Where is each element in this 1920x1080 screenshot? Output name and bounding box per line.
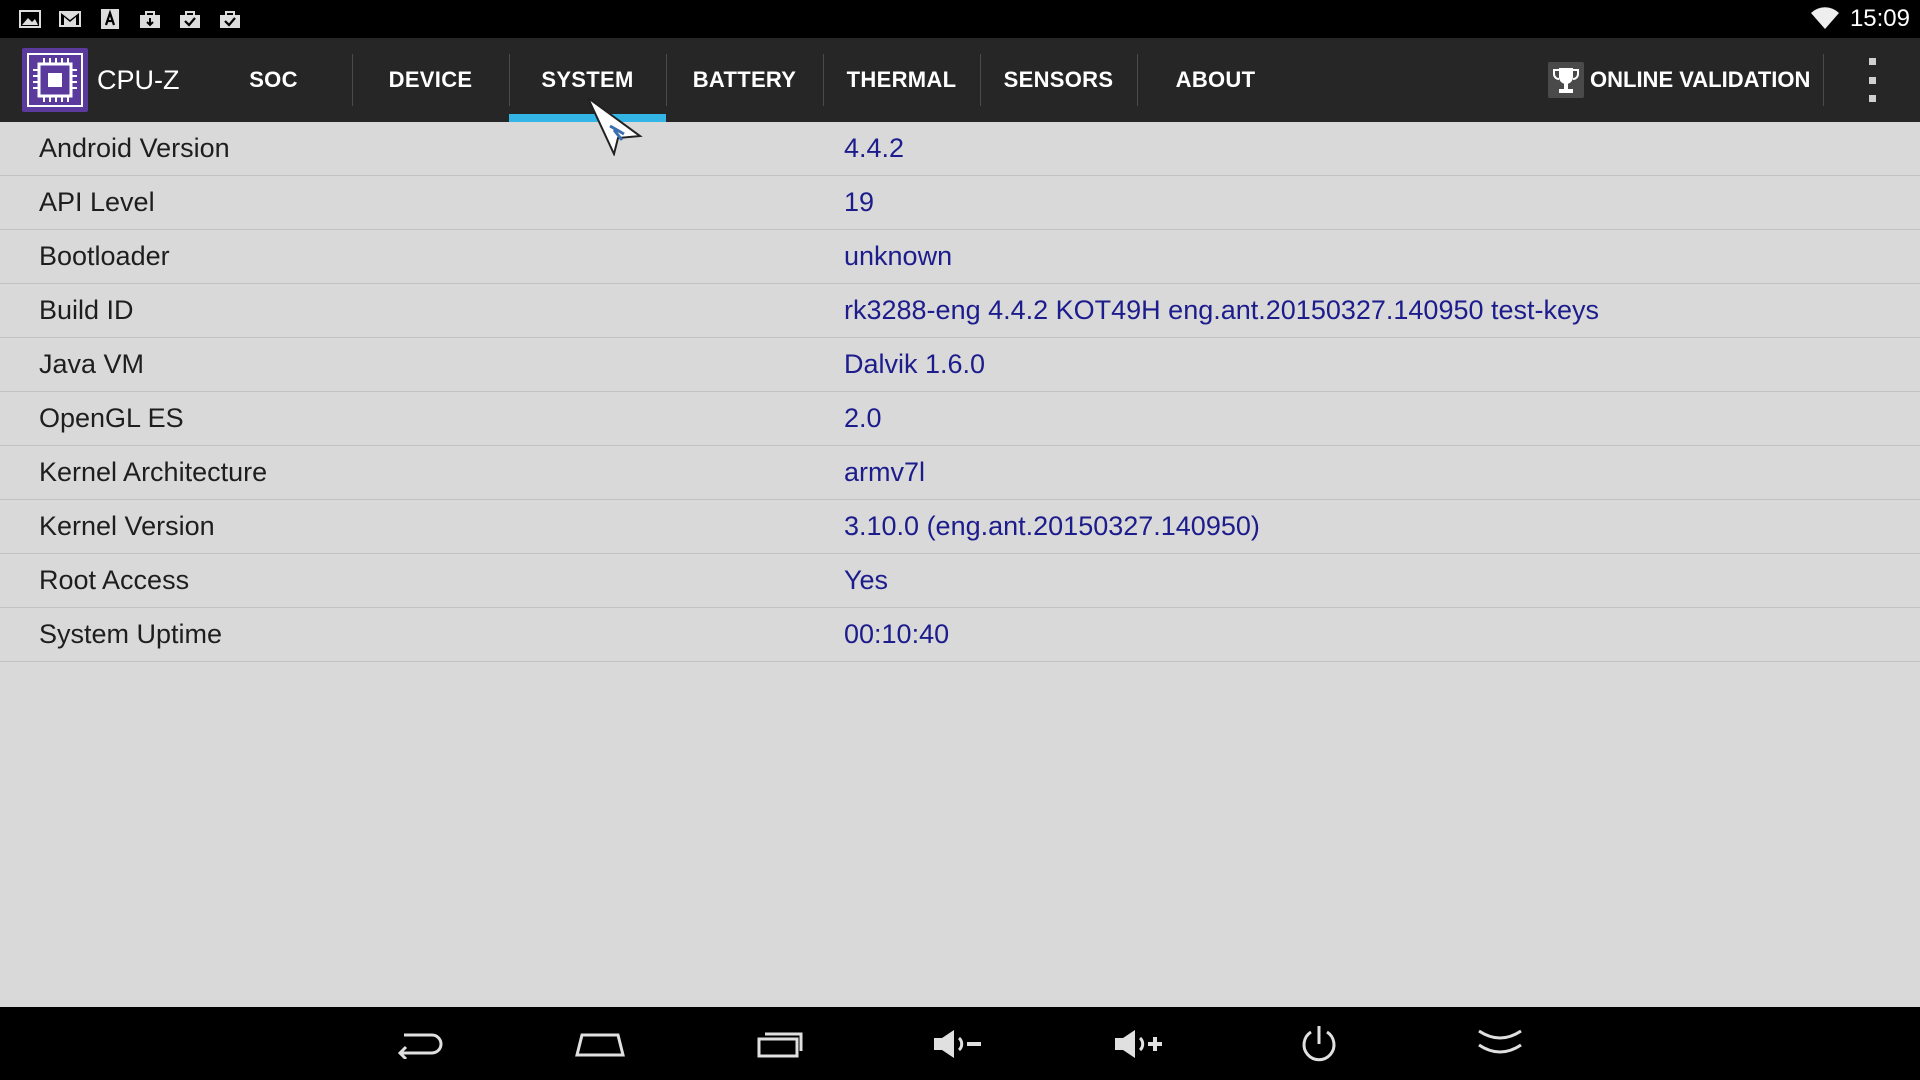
recents-icon[interactable] [750, 1021, 810, 1067]
online-validation-label: ONLINE VALIDATION [1590, 67, 1811, 92]
row-label: System Uptime [39, 619, 223, 649]
navigation-bar [0, 1007, 1920, 1080]
info-row: Root Access Yes [0, 554, 1920, 608]
row-value: armv7l [844, 457, 926, 487]
app-title: CPU-Z [97, 65, 180, 95]
tab-bar: SOC DEVICE SYSTEM BATTERY THERMAL SENSOR… [195, 38, 1294, 122]
row-label: API Level [39, 187, 155, 217]
checked-bag-icon [220, 11, 240, 28]
volume-down-icon[interactable] [928, 1021, 988, 1067]
row-value: 4.4.2 [844, 133, 905, 163]
row-value: 19 [844, 187, 875, 217]
info-row: OpenGL ES 2.0 [0, 392, 1920, 446]
checked-bag-icon [180, 11, 200, 28]
system-info-list: Android Version 4.4.2 API Level 19 Bootl… [0, 122, 1920, 662]
info-row: System Uptime 00:10:40 [0, 608, 1920, 662]
font-icon [101, 9, 119, 29]
info-row: Android Version 4.4.2 [0, 122, 1920, 176]
row-value: Yes [844, 565, 889, 595]
tab-device[interactable]: DEVICE [352, 38, 509, 122]
home-icon[interactable] [570, 1021, 630, 1067]
divider [1823, 54, 1824, 106]
back-icon[interactable] [389, 1021, 449, 1067]
row-label: Java VM [39, 349, 145, 379]
info-row: Bootloader unknown [0, 230, 1920, 284]
status-bar: 15:09 [0, 0, 1920, 38]
row-value: unknown [844, 241, 953, 271]
action-bar: CPU-Z SOC DEVICE SYSTEM BATTERY THERMAL … [0, 38, 1920, 122]
cpu-chip-icon [22, 48, 88, 112]
row-value: Dalvik 1.6.0 [844, 349, 986, 379]
row-value: 3.10.0 (eng.ant.20150327.140950) [844, 511, 1260, 541]
info-row: Kernel Architecture armv7l [0, 446, 1920, 500]
mouse-cursor-icon [587, 97, 643, 156]
trophy-icon [1548, 62, 1584, 98]
status-time: 15:09 [1849, 5, 1910, 32]
tab-sensors[interactable]: SENSORS [980, 38, 1137, 122]
row-value: 00:10:40 [844, 619, 950, 649]
row-label: Kernel Version [39, 511, 215, 541]
volume-up-icon[interactable] [1109, 1021, 1169, 1067]
gallery-icon [19, 10, 41, 28]
tab-thermal[interactable]: THERMAL [823, 38, 980, 122]
row-value: rk3288-eng 4.4.2 KOT49H eng.ant.20150327… [844, 295, 1600, 325]
info-row: Kernel Version 3.10.0 (eng.ant.20150327.… [0, 500, 1920, 554]
row-value: 2.0 [844, 403, 882, 433]
notification-icons [18, 8, 242, 30]
update-icon [140, 11, 160, 28]
wifi-icon [1810, 7, 1839, 29]
tab-about[interactable]: ABOUT [1137, 38, 1294, 122]
row-label: Kernel Architecture [39, 457, 268, 487]
row-label: OpenGL ES [39, 403, 184, 433]
collapse-icon[interactable] [1470, 1021, 1530, 1067]
info-row: Java VM Dalvik 1.6.0 [0, 338, 1920, 392]
row-label: Root Access [39, 565, 190, 595]
tab-soc[interactable]: SOC [195, 38, 352, 122]
gmail-icon [59, 11, 81, 27]
overflow-menu-icon[interactable] [1862, 58, 1882, 102]
info-row: Build ID rk3288-eng 4.4.2 KOT49H eng.ant… [0, 284, 1920, 338]
status-right: 15:09 [1810, 0, 1910, 38]
info-row: API Level 19 [0, 176, 1920, 230]
row-label: Build ID [39, 295, 134, 325]
online-validation-button[interactable]: ONLINE VALIDATION [1548, 38, 1810, 122]
power-icon[interactable] [1289, 1021, 1349, 1067]
row-label: Android Version [39, 133, 230, 163]
row-label: Bootloader [39, 241, 170, 271]
tab-battery[interactable]: BATTERY [666, 38, 823, 122]
